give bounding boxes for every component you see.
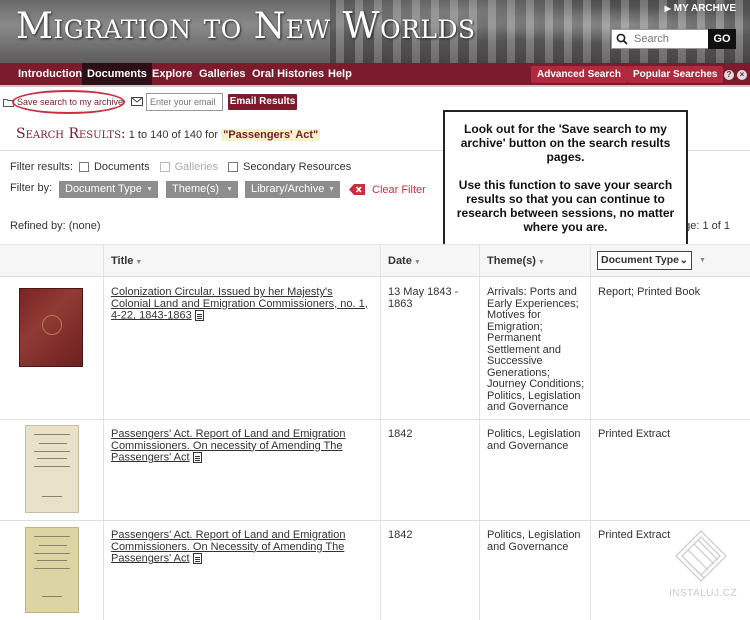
document-type-dropdown[interactable]: Document Type ▼: [59, 181, 158, 198]
filter-galleries-label: Galleries: [174, 161, 219, 173]
row-date: 1842: [388, 428, 413, 440]
nav-oral-histories[interactable]: Oral Histories: [247, 63, 329, 85]
nav-explore[interactable]: Explore: [147, 63, 197, 85]
watermark-text: INSTALUJ.CZ: [669, 588, 738, 599]
row-themes: Politics, Legislation and Governance: [487, 529, 581, 553]
checkbox-galleries: [159, 162, 170, 172]
nav-introduction[interactable]: Introduction: [13, 63, 87, 85]
go-button[interactable]: GO: [708, 29, 736, 49]
col-header-date[interactable]: Date ▼: [380, 244, 479, 277]
callout-text-1: Look out for the 'Save search to my arch…: [460, 122, 671, 164]
col-header-themes[interactable]: Theme(s) ▼: [479, 244, 590, 277]
callout-text-2: Use this function to save your search re…: [456, 178, 675, 234]
chevron-down-icon: ⌄: [679, 255, 688, 266]
document-icon: [192, 553, 202, 564]
row-doc-type: Printed Extract: [598, 428, 671, 440]
sort-icon: ▼: [413, 259, 421, 266]
site-title[interactable]: Migration to New Worlds: [16, 6, 476, 47]
results-heading: Search Results: 1 to 140 of 140 for "Pas…: [16, 126, 321, 142]
refined-by: Refined by: (none): [10, 220, 101, 232]
themes-dropdown[interactable]: Theme(s) ▼: [166, 181, 238, 198]
site-search-box[interactable]: [611, 29, 709, 49]
my-archive-link[interactable]: ▶ MY ARCHIVE: [665, 3, 736, 14]
table-row-title[interactable]: Passengers' Act. Report of Land and Emig…: [111, 529, 373, 565]
sort-icon: ▼: [699, 257, 706, 264]
document-icon: [192, 452, 202, 463]
document-thumbnail[interactable]: [19, 288, 83, 367]
popular-searches-button[interactable]: Popular Searches: [627, 66, 724, 83]
document-type-select[interactable]: Document Type ⌄: [597, 251, 692, 270]
row-themes: Arrivals: Ports and Early Experiences; M…: [487, 286, 585, 413]
search-input[interactable]: [634, 33, 704, 45]
row-date: 13 May 1843 - 1863: [388, 286, 459, 310]
search-icon: [616, 33, 628, 45]
checkbox-documents[interactable]: [78, 162, 89, 172]
row-date: 1842: [388, 529, 413, 541]
filter-documents-label: Documents: [93, 161, 150, 173]
row-themes: Politics, Legislation and Governance: [487, 428, 581, 452]
row-doc-type: Report; Printed Book: [598, 286, 701, 298]
triangle-right-icon: ▶: [664, 4, 671, 13]
table-row-title[interactable]: Passengers' Act. Report of Land and Emig…: [111, 428, 373, 464]
sort-icon: ▼: [135, 259, 143, 266]
caret-down-icon: ▼: [226, 186, 233, 193]
results-query: "Passengers' Act": [221, 129, 321, 141]
col-header-title[interactable]: Title ▼: [103, 244, 380, 277]
help-icon[interactable]: ?: [724, 70, 734, 80]
clear-filter-link[interactable]: Clear Filter: [372, 184, 426, 196]
caret-down-icon: ▼: [328, 186, 335, 193]
results-label: Search Results:: [16, 126, 126, 142]
close-icon[interactable]: ×: [737, 70, 747, 80]
filter-results-row: Filter results: Documents Galleries Seco…: [10, 161, 361, 173]
email-icon: [131, 97, 143, 106]
email-results-button[interactable]: Email Results: [228, 94, 297, 110]
highlight-oval: [12, 90, 125, 114]
main-nav: Introduction Documents Explore Galleries…: [0, 63, 750, 87]
nav-galleries[interactable]: Galleries: [194, 63, 250, 85]
email-input[interactable]: [146, 93, 223, 111]
help-callout: Look out for the 'Save search to my arch…: [443, 110, 688, 250]
checkbox-secondary-resources[interactable]: [228, 162, 239, 172]
watermark-logo-icon: [675, 530, 727, 582]
results-count: 1 to 140 of 140 for: [128, 129, 219, 141]
filter-by-label: Filter by:: [10, 182, 53, 194]
advanced-search-button[interactable]: Advanced Search: [531, 66, 627, 83]
nav-documents[interactable]: Documents: [82, 63, 152, 85]
document-thumbnail[interactable]: [25, 425, 79, 513]
clear-filter-icon[interactable]: [349, 184, 365, 195]
header-banner: Migration to New Worlds ▶MY ARCHIVE GO: [0, 0, 750, 63]
document-icon: [194, 310, 204, 321]
filter-secondary-resources-label: Secondary Resources: [243, 161, 352, 173]
sort-icon: ▼: [537, 259, 545, 266]
col-header-thumb: [0, 244, 103, 277]
filter-results-label: Filter results:: [10, 161, 73, 173]
nav-help[interactable]: Help: [323, 63, 357, 85]
table-row-title[interactable]: Colonization Circular. Issued by her Maj…: [111, 286, 373, 322]
library-archive-dropdown[interactable]: Library/Archive ▼: [245, 181, 340, 198]
caret-down-icon: ▼: [146, 186, 153, 193]
document-thumbnail[interactable]: [25, 527, 79, 613]
